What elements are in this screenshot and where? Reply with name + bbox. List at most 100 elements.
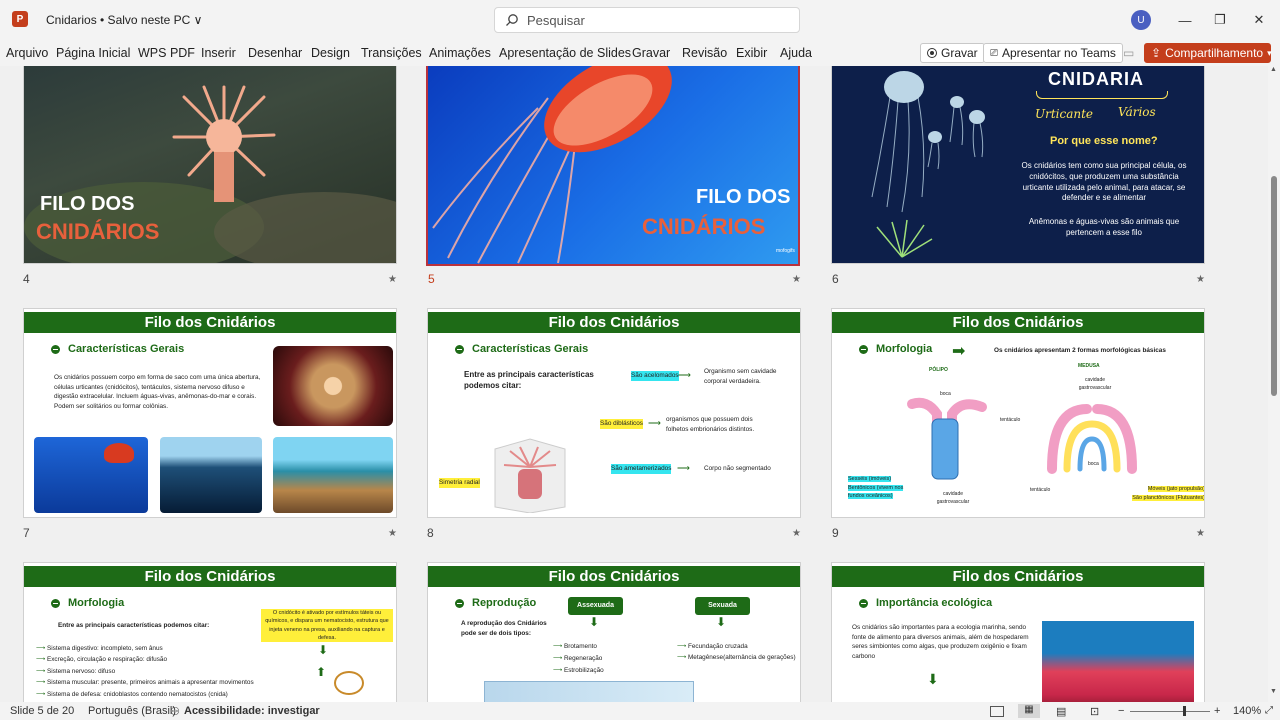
slide-5-credit: mofogifs [776,248,795,254]
menu-design[interactable]: Design [311,46,350,60]
document-title[interactable]: Cnidarios • Salvo neste PC ∨ [46,13,202,27]
slide-9-tentaculo-medusa: tentáculo [1030,487,1051,493]
slide-7-anemone-image [273,346,393,426]
slide-7-text: Os cnidários possuem corpo em forma de s… [54,374,261,410]
menu-apresentacao[interactable]: Apresentação de Slides [499,46,631,60]
slide-7-thumbnail[interactable]: Filo dos Cnidários Características Gerai… [23,308,397,518]
slide-7-section-label: Características Gerais [68,343,185,355]
menu-ajuda[interactable]: Ajuda [780,46,812,60]
menu-inserir[interactable]: Inserir [201,46,236,60]
menu-desenhar[interactable]: Desenhar [248,46,302,60]
slide-7-jellyfish-image [34,437,148,513]
notes-icon[interactable] [990,706,1004,717]
restore-icon[interactable]: ❐ [1212,12,1228,28]
slide-12-text: Os cnidários são importantes para a ecol… [852,624,1029,660]
slide-9-polipo-note-1: Sesséis (imóveis) [848,476,892,482]
slide-10-thumbnail[interactable]: Filo dos Cnidários Morfologia Entre as p… [23,562,397,702]
presentation-view-icon[interactable]: ⊡ [1090,705,1099,718]
slide-6-text1: Os cnidários tem como sua principal célu… [1021,161,1187,203]
bullet-icon [51,598,60,608]
present-teams-button[interactable]: ⎚ Apresentar no Teams [983,43,1123,63]
jellyfish-illustration [871,71,985,258]
slide-9-medusa-note-2: São planctônicos (Flutuantes) [1132,494,1205,501]
zoom-out-icon[interactable]: − [1118,705,1124,717]
menu-transicoes[interactable]: Transições [361,46,422,60]
slide-8-desc-2: organismos que possuem dois folhetos emb… [666,416,755,433]
slide-11-asex-2: Regeneração [563,655,603,663]
zoom-slider[interactable] [1130,711,1210,712]
search-box[interactable]: Pesquisar [494,7,800,33]
list-item: ⟶ Regeneração [553,655,603,663]
fit-to-window-icon[interactable]: ⤢ [1265,705,1273,716]
slide-11-asex-list: ⟶ Brotamento ⟶ Regeneração ⟶ Estrobiliza… [553,641,604,678]
arrow-right-icon: ➡ [952,343,966,360]
menu-pagina-inicial[interactable]: Página Inicial [56,46,130,60]
language-indicator[interactable]: Português (Brasil) [88,705,176,717]
slide-6-title: CNIDARIA [1048,69,1144,89]
reading-view-icon[interactable]: ▤ [1056,705,1066,718]
scroll-down-icon[interactable]: ▼ [1270,688,1277,695]
user-avatar[interactable]: U [1131,10,1151,30]
arrow-down-icon: ⬇ [318,643,329,657]
slide-9-polipo-note-2: Bentônicos (vivem nos fundos oceânicos) [848,484,904,500]
slide-11-thumbnail[interactable]: Filo dos Cnidários Reprodução A reproduç… [427,562,801,702]
slide-10-item-5: Sistema de defesa: cnidoblastos contendo… [46,690,228,698]
slide-9-header: Filo dos Cnidários [832,312,1204,333]
slide-6-word2: Vários [1118,105,1156,119]
menu-gravar[interactable]: Gravar [632,46,670,60]
menu-wps-pdf[interactable]: WPS PDF [138,46,195,60]
slide-9-intro: Os cnidários apresentam 2 formas morfoló… [994,347,1166,354]
arrow-down-icon: ⬇ [716,615,727,629]
slide-10-item-2: Excreção, circulação e respiração: difus… [46,656,167,664]
slide-8-desc-3: Corpo não segmentado [704,465,771,472]
zoom-level[interactable]: 140% [1233,705,1261,717]
slide-10-note: O cnidócito é ativado por estímulos táte… [261,609,393,642]
present-teams-label: Apresentar no Teams [1002,46,1116,60]
slide-12-thumbnail[interactable]: Filo dos Cnidários Importância ecológica… [831,562,1205,702]
scroll-up-icon[interactable]: ▲ [1270,66,1277,73]
slide-9-cavidade-polipo: cavidade gastrovascular [936,491,970,505]
slide-10-item-4: Sistema muscular: presente, primeiros an… [46,679,254,687]
slide-12-section: Importância ecológica [859,597,992,609]
menu-exibir[interactable]: Exibir [736,46,767,60]
scroll-thumb[interactable] [1271,176,1277,396]
menu-animacoes[interactable]: Animações [429,46,491,60]
accessibility-status[interactable]: Acessibilidade: investigar [184,705,320,717]
list-item: ⟶ Sistema muscular: presente, primeiros … [36,679,254,687]
slide-12-reef-image [1042,621,1194,702]
slide-8-term-3: São ametamerizados [611,464,672,474]
slide-9-section: Morfologia [859,343,932,355]
zoom-slider-thumb[interactable] [1183,706,1186,716]
slide-9-thumbnail[interactable]: Filo dos Cnidários Morfologia ➡ Os cnidá… [831,308,1205,518]
slide-4-thumbnail[interactable]: FILO DOS CNIDÁRIOS [23,66,397,264]
slide-8-term-2: São diblásticos [600,419,643,429]
slide-10-section: Morfologia [51,597,124,609]
record-button[interactable]: Gravar [920,43,985,63]
list-item: ⟶ Excreção, circulação e respiração: dif… [36,656,167,664]
slide-9-transition-icon: ★ [1196,528,1205,539]
menu-revisao[interactable]: Revisão [682,46,727,60]
share-button[interactable]: ⇪ Compartilhamento ▾ [1144,43,1272,63]
slide-6-transition-icon: ★ [1196,274,1205,285]
slide-11-asex-box: Assexuada [568,597,623,615]
record-icon [927,48,937,58]
slide-8-section: Características Gerais [455,343,588,355]
slide-8-thumbnail[interactable]: Filo dos Cnidários Características Gerai… [427,308,801,518]
slide-8-section-label: Características Gerais [472,343,589,355]
slide-8-number: 8 [427,526,434,540]
menu-arquivo[interactable]: Arquivo [6,46,48,60]
slide-6-thumbnail[interactable]: CNIDARIA Urticante Vários Por que esse n… [831,66,1205,264]
vertical-scrollbar[interactable]: ▲ ▼ [1268,66,1280,702]
list-item: ⟶ Sistema nervoso: difuso [36,667,116,675]
minimize-icon[interactable]: — [1177,12,1193,28]
slide-counter: Slide 5 de 20 [10,705,75,717]
zoom-in-icon[interactable]: + [1214,705,1220,717]
slide-5-thumbnail[interactable]: FILO DOS CNIDÁRIOS mofogifs [426,66,800,266]
slide-9-boca-polipo: boca [940,391,951,397]
arrow-right-icon: ⟶ [677,463,690,473]
close-icon[interactable]: ✕ [1251,12,1267,28]
slide-12-header: Filo dos Cnidários [832,566,1204,587]
comments-icon[interactable]: ▭ [1117,43,1140,63]
slide-sorter-view-icon[interactable]: ▦ [1018,704,1040,718]
slide-9-polipo-notes: Sesséis (imóveis) Bentônicos (vivem nos f… [848,475,916,501]
